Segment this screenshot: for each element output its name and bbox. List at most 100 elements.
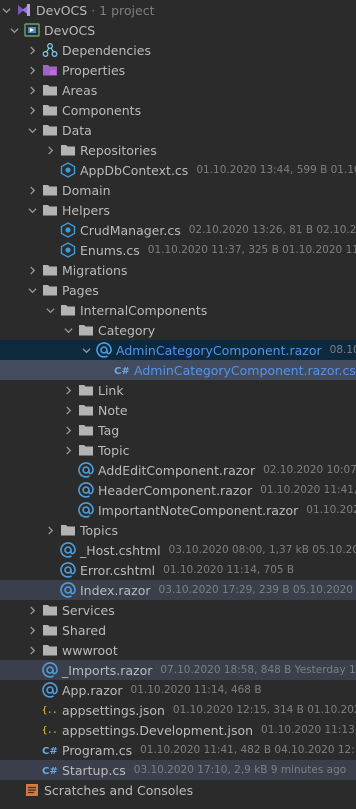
tree-item-host-cshtml[interactable]: _Host.cshtml 03.10.2020 08:00, 1,37 kB 05… <box>0 540 356 560</box>
chevron-right-icon[interactable] <box>26 60 38 80</box>
svg-text:C#: C# <box>42 746 58 757</box>
tree-item-wwwroot[interactable]: wwwroot <box>0 640 356 660</box>
tree-item-tag[interactable]: Tag <box>0 420 356 440</box>
tree-item-data[interactable]: Data <box>0 120 356 140</box>
tree-item-repositories[interactable]: Repositories <box>0 140 356 160</box>
folder-icon <box>42 642 58 658</box>
chevron-down-icon[interactable] <box>0 0 12 20</box>
razor-file-icon <box>60 542 76 558</box>
file-meta: 03.10.2020 08:00, 1,37 kB 05.10.2020 1 <box>168 544 356 556</box>
tree-item-shared[interactable]: Shared <box>0 620 356 640</box>
tree-item-enums-cs[interactable]: Enums.cs 01.10.2020 11:37, 325 B 01.10.20… <box>0 240 356 260</box>
tree-item-note[interactable]: Note <box>0 400 356 420</box>
tree-item-pages[interactable]: Pages <box>0 280 356 300</box>
project-root-header[interactable]: DevOCS · 1 project <box>0 0 356 20</box>
tree-item-migrations[interactable]: Migrations <box>0 260 356 280</box>
tree-item-appdbcontext-cs[interactable]: AppDbContext.cs 01.10.2020 13:44, 599 B 0… <box>0 160 356 180</box>
tree-item-admincategorycomponent-razor-cs[interactable]: C# AdminCategoryComponent.razor.cs <box>0 360 356 380</box>
tree-item-components[interactable]: Components <box>0 100 356 120</box>
tree-item-helpers[interactable]: Helpers <box>0 200 356 220</box>
chevron-down-icon[interactable] <box>44 300 56 320</box>
csharp-project-icon <box>24 22 40 38</box>
tree-item-label: InternalComponents <box>80 302 208 318</box>
chevron-right-icon[interactable] <box>44 520 56 540</box>
tree-item-link[interactable]: Link <box>0 380 356 400</box>
tree-item-startup-cs[interactable]: C# Startup.cs 03.10.2020 17:10, 2,9 kB 9 m… <box>0 760 356 780</box>
tree-item-program-cs[interactable]: C# Program.cs 01.10.2020 11:41, 482 B 04.1… <box>0 740 356 760</box>
razor-file-icon <box>78 462 94 478</box>
razor-file-icon <box>96 342 112 358</box>
tree-item-imports-razor[interactable]: _Imports.razor 07.10.2020 18:58, 848 B Ye… <box>0 660 356 680</box>
tree-item-properties[interactable]: Properties <box>0 60 356 80</box>
tree-item-admincategorycomponent-razor[interactable]: AdminCategoryComponent.razor 08.10. <box>0 340 356 360</box>
dependencies-icon <box>42 42 58 58</box>
tree-item-app-razor[interactable]: App.razor 01.10.2020 11:14, 468 B <box>0 680 356 700</box>
folder-icon <box>42 602 58 618</box>
solution-meta: · 1 project <box>91 2 155 18</box>
tree-item-devocs[interactable]: DevOCS <box>0 20 356 40</box>
chevron-right-icon[interactable] <box>26 100 38 120</box>
tree-item-importantnotecomponent-razor[interactable]: ImportantNoteComponent.razor 01.10.2020 <box>0 500 356 520</box>
tree-item-label: CrudManager.cs <box>80 222 181 238</box>
chevron-down-icon[interactable] <box>26 280 38 300</box>
file-meta: 03.10.2020 17:29, 239 B 05.10.2020 14:16 <box>158 584 356 596</box>
tree-item-services[interactable]: Services <box>0 600 356 620</box>
solution-name: DevOCS <box>36 2 88 18</box>
csharp-file-icon: C# <box>42 762 58 778</box>
tree-item-label: AddEditComponent.razor <box>98 462 256 478</box>
chevron-down-icon[interactable] <box>26 120 38 140</box>
chevron-right-icon[interactable] <box>26 80 38 100</box>
chevron-right-icon[interactable] <box>26 260 38 280</box>
file-meta: 07.10.2020 18:58, 848 B Yesterday 19:41 <box>160 664 356 676</box>
tree-item-headercomponent-razor[interactable]: HeaderComponent.razor 01.10.2020 11:41, 1… <box>0 480 356 500</box>
tree-item-scratches-and-consoles[interactable]: Scratches and Consoles <box>0 780 356 800</box>
chevron-right-icon[interactable] <box>26 40 38 60</box>
chevron-right-icon[interactable] <box>26 180 38 200</box>
tree-item-appsettings-json[interactable]: {..} appsettings.json 01.10.2020 12:15, 31… <box>0 700 356 720</box>
solution-icon <box>16 2 32 18</box>
tree-item-topics[interactable]: Topics <box>0 520 356 540</box>
chevron-down-icon[interactable] <box>80 340 92 360</box>
tree-item-domain[interactable]: Domain <box>0 180 356 200</box>
folder-icon <box>78 422 94 438</box>
tree-item-label: Areas <box>62 82 98 98</box>
chevron-right-icon[interactable] <box>26 620 38 640</box>
file-meta: 01.10.2020 13:44, 599 B 01.10.2020 13:44 <box>196 164 356 176</box>
tree-item-internalcomponents[interactable]: InternalComponents <box>0 300 356 320</box>
tree-item-addeditcomponent-razor[interactable]: AddEditComponent.razor 02.10.2020 10:07, … <box>0 460 356 480</box>
folder-icon <box>78 322 94 338</box>
tree-item-error-cshtml[interactable]: Error.cshtml 01.10.2020 11:14, 705 B <box>0 560 356 580</box>
tree-item-index-razor[interactable]: Index.razor 03.10.2020 17:29, 239 B 05.10… <box>0 580 356 600</box>
chevron-right-icon[interactable] <box>44 140 56 160</box>
chevron-right-icon[interactable] <box>62 380 74 400</box>
tree-item-appsettings-development-json[interactable]: {..} appsettings.Development.json 01.10.20… <box>0 720 356 740</box>
chevron-down-icon[interactable] <box>26 200 38 220</box>
chevron-right-icon[interactable] <box>62 400 74 420</box>
tree-item-crudmanager-cs[interactable]: CrudManager.cs 02.10.2020 13:26, 81 B 02.… <box>0 220 356 240</box>
tree-item-label: HeaderComponent.razor <box>98 482 253 498</box>
chevron-right-icon[interactable] <box>62 420 74 440</box>
tree-item-label: _Host.cshtml <box>80 542 161 558</box>
razor-file-icon <box>78 502 94 518</box>
file-meta: 02.10.2020 10:07, 1 <box>263 464 356 476</box>
chevron-right-icon[interactable] <box>26 640 38 660</box>
tree-item-category[interactable]: Category <box>0 320 356 340</box>
chevron-down-icon[interactable] <box>8 20 20 40</box>
tree-item-areas[interactable]: Areas <box>0 80 356 100</box>
tree-item-label: Tag <box>98 422 120 438</box>
tree-item-label: wwwroot <box>62 642 118 658</box>
folder-icon <box>42 82 58 98</box>
scratches-icon <box>24 782 40 798</box>
chevron-down-icon[interactable] <box>62 320 74 340</box>
tree-item-topic[interactable]: Topic <box>0 440 356 460</box>
chevron-right-icon[interactable] <box>26 600 38 620</box>
tree-item-dependencies[interactable]: Dependencies <box>0 40 356 60</box>
chevron-right-icon[interactable] <box>62 440 74 460</box>
